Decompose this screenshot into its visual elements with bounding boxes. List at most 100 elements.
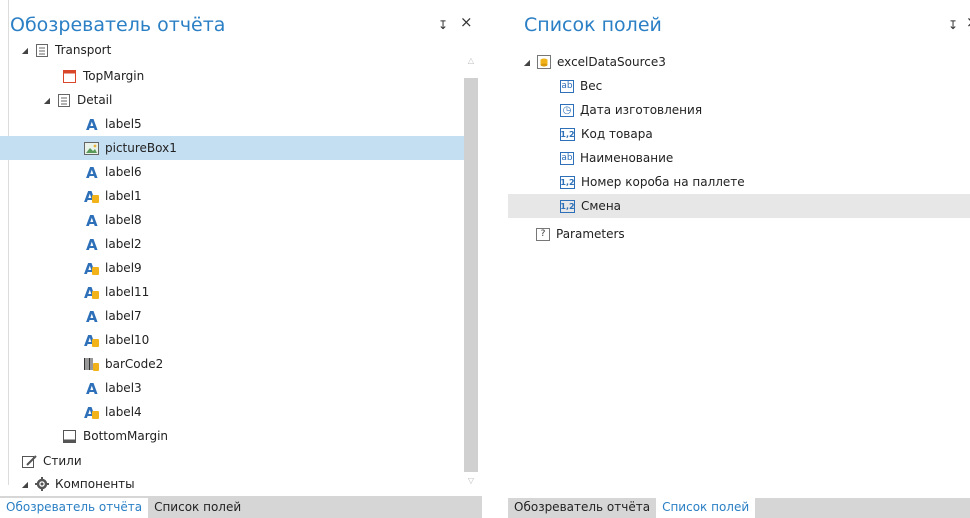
margin-icon [62, 69, 77, 84]
field-box-number[interactable]: 1,2 Номер короба на паллете [508, 170, 970, 194]
svg-text:A: A [86, 213, 98, 227]
tab-field-list[interactable]: Список полей [656, 498, 756, 518]
bound-label-icon: A [84, 333, 99, 348]
number-field-icon: 1,2 [560, 175, 575, 189]
bottom-margin-icon [62, 429, 77, 444]
tree-item-label: Компоненты [55, 477, 135, 491]
label-icon: A [84, 117, 99, 132]
tree-item-bottommargin[interactable]: BottomMargin [0, 424, 482, 448]
string-field-icon: ab [560, 151, 574, 165]
tree-scrollbar[interactable]: △ ▽ [464, 52, 478, 492]
field-shift[interactable]: 1,2 Смена [508, 194, 970, 218]
scroll-thumb[interactable] [464, 78, 478, 472]
tree-item-datasource[interactable]: ◢ excelDataSource3 [508, 50, 970, 74]
bound-label-icon: A [84, 405, 99, 420]
scroll-up-icon[interactable]: △ [466, 56, 476, 65]
tree-item-transport[interactable]: ◢ Transport [0, 40, 482, 60]
tree-item-label9[interactable]: A label9 [0, 256, 482, 280]
tree-item-label5[interactable]: A label5 [0, 112, 482, 136]
field-label: Смена [581, 199, 622, 213]
bound-label-icon: A [84, 285, 99, 300]
field-name[interactable]: ab Наименование [508, 146, 970, 170]
label-icon: A [84, 165, 99, 180]
tree-item-label11[interactable]: A label11 [0, 280, 482, 304]
number-field-icon: 1,2 [560, 199, 575, 213]
scroll-down-icon[interactable]: ▽ [466, 476, 476, 485]
tab-report-explorer[interactable]: Обозреватель отчёта [508, 498, 656, 518]
tree-item-label: label11 [105, 285, 150, 299]
components-icon [34, 477, 49, 492]
datetime-field-icon: ◷ [560, 103, 574, 117]
tree-item-label: Parameters [556, 227, 625, 241]
tree-item-label: excelDataSource3 [557, 55, 666, 69]
label-icon: A [84, 381, 99, 396]
tree-item-label2[interactable]: A label2 [0, 232, 482, 256]
tree-item-label: label1 [105, 189, 142, 203]
svg-text:A: A [86, 309, 98, 323]
tree-item-label: label6 [105, 165, 142, 179]
tree-item-label: label7 [105, 309, 142, 323]
pin-icon[interactable]: ↧ [948, 18, 958, 32]
tree-item-label1[interactable]: A label1 [0, 184, 482, 208]
collapse-arrow-icon[interactable]: ◢ [20, 480, 30, 489]
tab-field-list[interactable]: Список полей [148, 498, 247, 518]
field-product-code[interactable]: 1,2 Код товара [508, 122, 970, 146]
tree-item-barcode2[interactable]: barCode2 [0, 352, 482, 376]
right-tabbar: Обозреватель отчёта Список полей [508, 498, 970, 518]
tree-item-label4[interactable]: A label4 [0, 400, 482, 424]
tree-item-label8[interactable]: A label8 [0, 208, 482, 232]
tab-report-explorer[interactable]: Обозреватель отчёта [0, 498, 149, 518]
tree-item-label7[interactable]: A label7 [0, 304, 482, 328]
band-icon [34, 43, 49, 58]
barcode-icon [84, 357, 99, 372]
report-explorer-panel: Обозреватель отчёта ↧ × ◢ Transport TopM… [0, 0, 482, 518]
pin-icon[interactable]: ↧ [438, 18, 448, 32]
tree-item-label6[interactable]: A label6 [0, 160, 482, 184]
label-icon: A [84, 237, 99, 252]
tree-item-picturebox1[interactable]: pictureBox1 [0, 136, 464, 160]
collapse-arrow-icon[interactable]: ◢ [42, 96, 52, 105]
tree-item-label: label5 [105, 117, 142, 131]
tree-item-label3[interactable]: A label3 [0, 376, 482, 400]
field-manufacture-date[interactable]: ◷ Дата изготовления [508, 98, 970, 122]
number-field-icon: 1,2 [560, 127, 575, 141]
field-list-title: Список полей [524, 14, 662, 36]
field-label: Вес [580, 79, 603, 93]
label-icon: A [84, 309, 99, 324]
tree-item-label: barCode2 [105, 357, 164, 371]
tree-item-styles[interactable]: Стили [0, 450, 482, 472]
bound-label-icon: A [84, 189, 99, 204]
string-field-icon: ab [560, 79, 574, 93]
tree-item-label: Стили [43, 454, 82, 468]
field-label: Дата изготовления [580, 103, 703, 117]
left-tabbar: Обозреватель отчёта Список полей [0, 496, 482, 518]
tree-item-topmargin[interactable]: TopMargin [0, 64, 482, 88]
band-icon [56, 93, 71, 108]
field-weight[interactable]: ab Вес [508, 74, 970, 98]
datasource-icon [536, 55, 551, 70]
svg-text:A: A [86, 237, 98, 251]
svg-text:A: A [86, 381, 98, 395]
report-explorer-title: Обозреватель отчёта [10, 14, 226, 36]
tree-item-label: Detail [77, 93, 113, 107]
close-icon[interactable]: × [966, 15, 970, 30]
close-icon[interactable]: × [460, 15, 473, 30]
tree-item-label: BottomMargin [83, 429, 169, 443]
tree-item-label: label4 [105, 405, 142, 419]
picture-icon [84, 141, 99, 156]
tree-item-label: label3 [105, 381, 142, 395]
styles-icon [22, 454, 37, 469]
collapse-arrow-icon[interactable]: ◢ [20, 46, 30, 55]
tree-item-label: label8 [105, 213, 142, 227]
collapse-arrow-icon[interactable]: ◢ [522, 58, 532, 67]
tree-item-components[interactable]: ◢ Компоненты [0, 474, 482, 494]
tree-item-detail[interactable]: ◢ Detail [0, 88, 482, 112]
tree-item-label: Transport [55, 43, 112, 57]
tree-item-label10[interactable]: A label10 [0, 328, 482, 352]
bound-label-icon: A [84, 261, 99, 276]
parameters-icon: ? [536, 227, 550, 241]
svg-text:A: A [86, 165, 98, 179]
field-label: Наименование [580, 151, 674, 165]
tree-item-label: label9 [105, 261, 142, 275]
tree-item-parameters[interactable]: ? Parameters [508, 222, 970, 246]
